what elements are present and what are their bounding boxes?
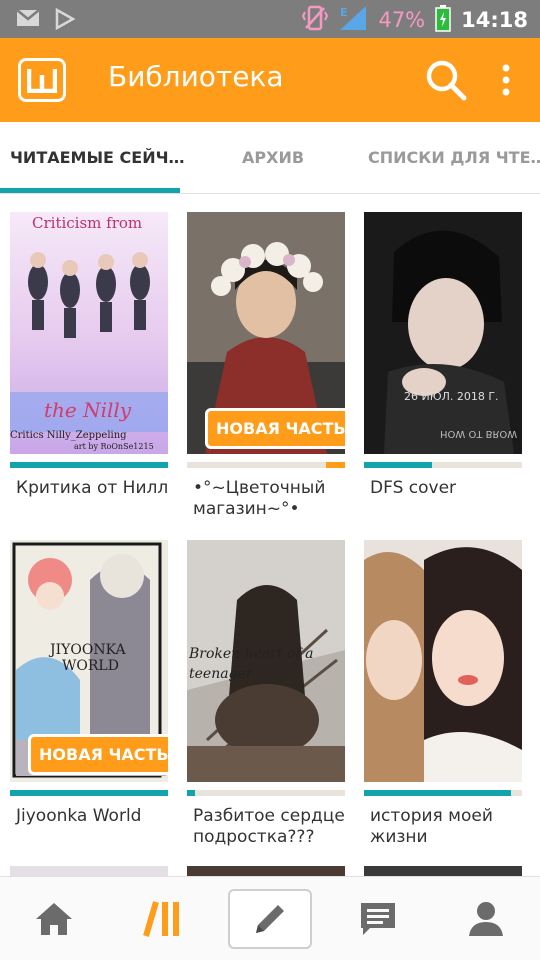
reading-progress-bar xyxy=(364,462,522,468)
battery-percent: 47% xyxy=(378,8,426,32)
bottom-navigation xyxy=(0,876,540,960)
reading-progress-bar xyxy=(10,790,168,796)
svg-text:E: E xyxy=(340,6,348,19)
cover-date: 26 ИЮЛ. 2018 Г. xyxy=(404,390,499,403)
tab-archive[interactable]: АРХИВ xyxy=(242,148,304,167)
progress-fill xyxy=(10,462,168,468)
nav-profile-button[interactable] xyxy=(444,889,528,949)
battery-charging-icon xyxy=(435,4,451,36)
nav-messages-button[interactable] xyxy=(336,889,420,949)
play-store-icon xyxy=(54,7,76,34)
overflow-menu-button[interactable] xyxy=(494,60,518,100)
progress-fill xyxy=(187,790,195,796)
app-bar: Библиотека xyxy=(0,38,540,122)
search-button[interactable] xyxy=(424,58,468,102)
progress-fill xyxy=(326,462,345,468)
messages-icon xyxy=(361,903,395,935)
library-icon xyxy=(143,901,179,937)
search-icon xyxy=(426,60,467,101)
new-part-badge: НОВАЯ ЧАСТЬ xyxy=(205,408,345,449)
nav-library-button[interactable] xyxy=(120,889,204,949)
book-cover[interactable]: НОВАЯ ЧАСТЬ xyxy=(187,212,345,454)
next-row-cover-peek xyxy=(10,866,168,876)
book-title[interactable]: Критика от Нилл xyxy=(16,478,172,499)
nav-write-button[interactable] xyxy=(228,889,312,949)
next-row-cover-peek xyxy=(364,866,522,876)
library-grid: Criticism from the Nilly Critics Nilly_Z… xyxy=(0,194,540,876)
gmail-icon xyxy=(16,8,40,34)
reading-progress-bar xyxy=(187,790,345,796)
active-tab-indicator xyxy=(0,188,180,193)
reading-progress-bar xyxy=(364,790,522,796)
progress-fill xyxy=(364,462,432,468)
book-cover[interactable]: JIYOONKA WORLD НОВАЯ ЧАСТЬ xyxy=(10,540,168,782)
book-title[interactable]: •°~Цветочный магазин~°• xyxy=(193,478,349,520)
book-cover[interactable]: 26 ИЮЛ. 2018 Г. HOW OT BROW xyxy=(364,212,522,454)
new-part-badge: НОВАЯ ЧАСТЬ xyxy=(28,734,168,775)
reading-progress-bar xyxy=(187,462,345,468)
cover-title-line1: Broken heart of a xyxy=(189,646,314,662)
next-row-cover-peek xyxy=(187,866,345,876)
progress-fill xyxy=(364,790,511,796)
book-cover[interactable] xyxy=(364,540,522,782)
more-vertical-icon xyxy=(502,64,510,96)
book-cover[interactable]: Broken heart of a teenager xyxy=(187,540,345,782)
book-cover[interactable]: Criticism from the Nilly Critics Nilly_Z… xyxy=(10,212,168,454)
tab-reading-lists[interactable]: СПИСКИ ДЛЯ ЧТЕ… xyxy=(368,148,540,167)
cover-title-main: the Nilly xyxy=(44,398,132,422)
status-bar: E 47% 14:18 xyxy=(0,0,540,38)
progress-fill xyxy=(10,790,168,796)
clock: 14:18 xyxy=(461,8,528,32)
wattpad-logo-icon[interactable] xyxy=(18,58,66,102)
cover-title-top: Criticism from xyxy=(32,214,143,232)
book-title[interactable]: DFS cover xyxy=(370,478,526,499)
tab-currently-reading[interactable]: ЧИТАЕМЫЕ СЕЙЧ… xyxy=(10,148,185,167)
signal-icon: E xyxy=(338,4,368,36)
cover-title-line2: teenager xyxy=(189,666,253,682)
cover-credit-1: Critics Nilly_Zeppeling xyxy=(10,430,127,441)
reading-progress-bar xyxy=(10,462,168,468)
book-title[interactable]: Разбитое сердце подростка??? xyxy=(193,806,349,848)
vibrate-icon xyxy=(302,4,329,36)
pencil-icon xyxy=(256,905,284,933)
home-icon xyxy=(36,903,72,935)
cover-caption: HOW OT BROW xyxy=(440,428,518,439)
profile-icon xyxy=(469,902,503,936)
book-title[interactable]: Jiyoonka World xyxy=(16,806,172,827)
nav-home-button[interactable] xyxy=(12,889,96,949)
library-tabs: ЧИТАЕМЫЕ СЕЙЧ… АРХИВ СПИСКИ ДЛЯ ЧТЕ… xyxy=(0,122,540,194)
cover-title-line2: WORLD xyxy=(62,658,119,674)
book-title[interactable]: история моей жизни xyxy=(370,806,526,848)
cover-title-line1: JIYOONKA xyxy=(50,642,126,658)
cover-credit-2: art by RoOnSe1215 xyxy=(74,442,154,451)
page-title: Библиотека xyxy=(108,60,284,93)
